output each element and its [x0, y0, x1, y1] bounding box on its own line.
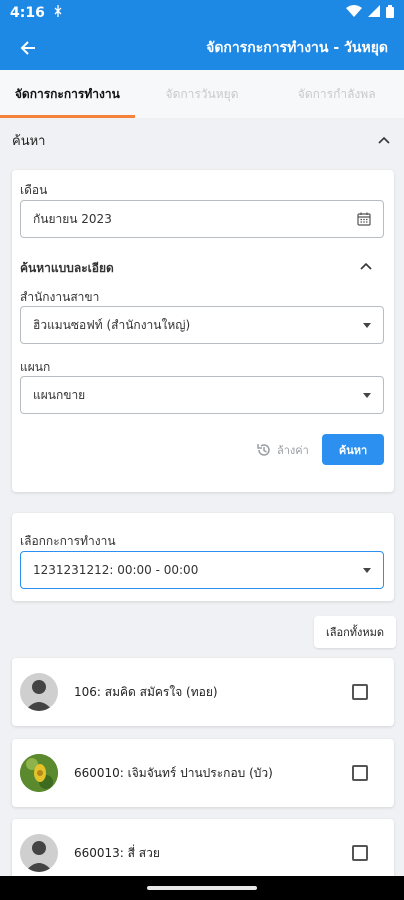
avatar: [20, 673, 58, 711]
person-icon: [25, 680, 53, 711]
avatar: [20, 834, 58, 872]
search-section-toggle[interactable]: ค้นหา: [0, 118, 404, 162]
arrow-left-icon: [20, 41, 35, 55]
employee-checkbox[interactable]: [352, 684, 368, 700]
avatar: [20, 754, 58, 792]
month-value: กันยายน 2023: [33, 211, 112, 226]
reset-label: ล้างค่า: [277, 444, 309, 457]
chevron-up-icon[interactable]: [358, 258, 374, 274]
list-item[interactable]: 106: สมคิด สมัครใจ (ทอย): [12, 658, 394, 726]
branch-label: สำนักงานสาขา: [20, 290, 100, 304]
dropdown-arrow-icon: [363, 567, 371, 573]
employee-checkbox[interactable]: [352, 845, 368, 861]
advanced-search-title: ค้นหาแบบละเอียด: [20, 261, 114, 275]
tab-shift-management[interactable]: จัดการกะการทำงาน: [0, 70, 135, 118]
employee-checkbox[interactable]: [352, 765, 368, 781]
department-label: แผนก: [20, 360, 51, 374]
month-picker[interactable]: กันยายน 2023: [20, 200, 384, 238]
chevron-up-icon: [378, 136, 390, 144]
tab-manpower-management[interactable]: จัดการกำลังพล: [269, 70, 404, 118]
select-all-label: เลือกทั้งหมด: [325, 626, 385, 639]
battery-icon: [386, 4, 394, 22]
shift-label: เลือกกะการทำงาน: [20, 534, 116, 548]
app-bar: จัดการกะการทำงาน - วันหยุด: [0, 26, 404, 70]
back-button[interactable]: [16, 36, 40, 60]
page-title: จัดการกะการทำงาน - วันหยุด: [206, 40, 388, 56]
status-time: 4:16: [10, 5, 45, 21]
department-value: แผนกขาย: [33, 387, 86, 402]
list-item[interactable]: 660010: เจิมจันทร์ ปานประกอบ (บัว): [12, 739, 394, 807]
reset-button[interactable]: ล้างค่า: [256, 441, 309, 459]
person-icon: [25, 841, 53, 872]
month-label: เดือน: [20, 183, 48, 197]
notification-icon: [53, 5, 63, 21]
search-section-title: ค้นหา: [12, 133, 46, 149]
tab-label: จัดการกะการทำงาน: [14, 86, 120, 101]
select-all-button[interactable]: เลือกทั้งหมด: [314, 616, 396, 648]
branch-select[interactable]: ฮิวแมนซอฟท์ (สำนักงานใหญ่): [20, 306, 384, 344]
search-button-label: ค้นหา: [338, 443, 368, 457]
dropdown-arrow-icon: [363, 322, 371, 328]
flower-photo-icon: [20, 754, 58, 792]
home-gesture-handle[interactable]: [147, 886, 257, 890]
tab-bar: จัดการกะการทำงาน จัดการวันหยุด จัดการกำล…: [0, 70, 404, 118]
system-nav-bar: [0, 876, 404, 900]
dropdown-arrow-icon: [363, 392, 371, 398]
wifi-icon: [346, 5, 362, 21]
calendar-icon: [357, 212, 371, 226]
tab-label: จัดการวันหยุด: [165, 86, 239, 101]
search-button[interactable]: ค้นหา: [322, 434, 384, 465]
branch-value: ฮิวแมนซอฟท์ (สำนักงานใหญ่): [33, 317, 191, 332]
tab-label: จัดการกำลังพล: [297, 86, 376, 101]
department-select[interactable]: แผนกขาย: [20, 376, 384, 414]
status-bar: 4:16: [0, 0, 404, 26]
history-icon: [257, 444, 270, 456]
employee-name: 106: สมคิด สมัครใจ (ทอย): [74, 684, 218, 699]
employee-name: 660013: สี่ สวย: [74, 845, 160, 860]
shift-select[interactable]: 1231231212: 00:00 - 00:00: [20, 551, 384, 589]
employee-name: 660010: เจิมจันทร์ ปานประกอบ (บัว): [74, 765, 273, 780]
tab-holiday-management[interactable]: จัดการวันหยุด: [135, 70, 270, 118]
signal-icon: [368, 5, 380, 21]
shift-value: 1231231212: 00:00 - 00:00: [33, 563, 199, 577]
